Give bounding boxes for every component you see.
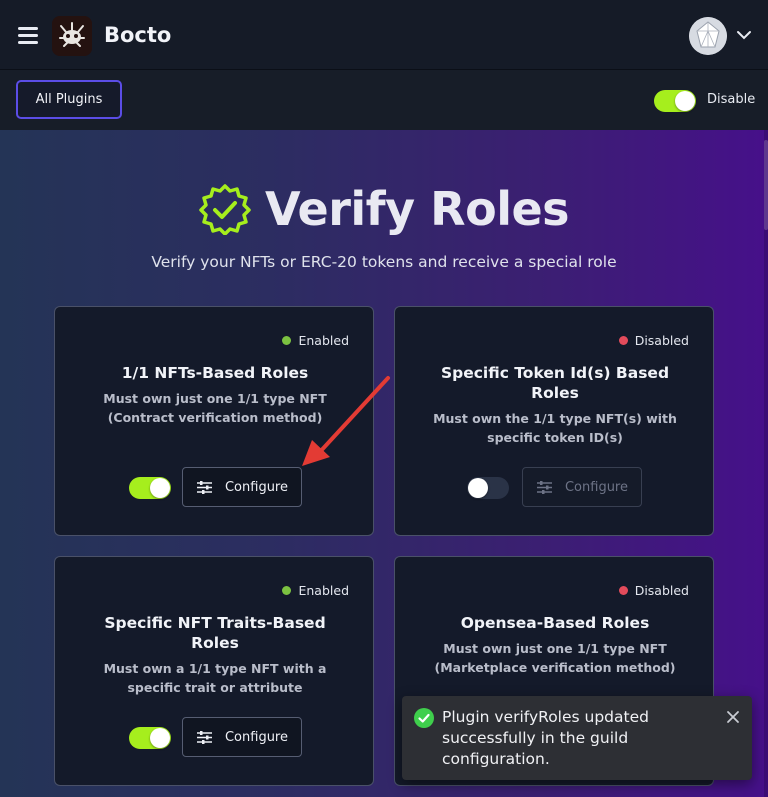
configure-label: Configure bbox=[564, 479, 628, 495]
plugin-card-traits-roles: Enabled Specific NFT Traits-Based Roles … bbox=[54, 556, 374, 786]
hamburger-menu-icon[interactable] bbox=[18, 27, 38, 44]
chevron-down-icon[interactable] bbox=[736, 29, 752, 41]
card-title: Specific NFT Traits-Based Roles bbox=[104, 614, 326, 652]
configure-label: Configure bbox=[224, 729, 288, 745]
configure-label: Configure bbox=[224, 479, 288, 495]
status-text: Enabled bbox=[298, 583, 349, 598]
plugin-card-token-id-roles: Disabled Specific Token Id(s) Based Role… bbox=[394, 306, 714, 536]
status-dot bbox=[618, 586, 628, 595]
card-enable-toggle[interactable] bbox=[467, 477, 509, 499]
success-toast: Plugin verifyRoles updated successfully … bbox=[402, 696, 752, 780]
status-badge: Disabled bbox=[618, 333, 689, 348]
card-description: Must own a 1/1 type NFT with a specific … bbox=[103, 661, 327, 695]
sliders-icon bbox=[196, 480, 212, 494]
page-title: Verify Roles bbox=[0, 182, 768, 236]
card-title: Opensea-Based Roles bbox=[460, 614, 650, 632]
configure-button[interactable]: Configure bbox=[182, 717, 302, 757]
status-dot bbox=[618, 336, 628, 345]
status-dot bbox=[282, 336, 292, 345]
status-text: Disabled bbox=[634, 333, 689, 348]
plugin-card-nft-roles: Enabled 1/1 NFTs-Based Roles Must own ju… bbox=[54, 306, 374, 536]
page-title-text: Verify Roles bbox=[264, 182, 570, 236]
status-badge: Enabled bbox=[282, 333, 349, 348]
all-plugins-button[interactable]: All Plugins bbox=[16, 80, 122, 119]
card-title: 1/1 NFTs-Based Roles bbox=[121, 364, 309, 382]
bocto-logo-icon[interactable] bbox=[52, 16, 92, 56]
card-description: Must own just one 1/1 type NFT (Marketpl… bbox=[434, 641, 676, 675]
user-avatar[interactable] bbox=[689, 17, 727, 55]
close-icon[interactable] bbox=[726, 710, 740, 724]
brand-name: Bocto bbox=[104, 23, 172, 47]
plugin-subbar: All Plugins Disable bbox=[0, 70, 768, 130]
scrollbar-track[interactable] bbox=[764, 130, 768, 797]
card-title: Specific Token Id(s) Based Roles bbox=[440, 364, 670, 402]
status-badge: Disabled bbox=[618, 583, 689, 598]
card-description: Must own the 1/1 type NFT(s) with specif… bbox=[433, 411, 677, 445]
status-badge: Enabled bbox=[282, 583, 349, 598]
card-enable-toggle[interactable] bbox=[129, 727, 171, 749]
sliders-icon bbox=[536, 480, 552, 494]
success-check-icon bbox=[414, 708, 434, 728]
configure-button[interactable]: Configure bbox=[522, 467, 642, 507]
plugin-toggle-label: Disable bbox=[707, 92, 756, 107]
scrollbar-thumb[interactable] bbox=[764, 140, 768, 230]
page-subtitle: Verify your NFTs or ERC-20 tokens and re… bbox=[151, 253, 617, 271]
configure-button[interactable]: Configure bbox=[182, 467, 302, 507]
status-text: Disabled bbox=[634, 583, 689, 598]
plugin-enable-toggle[interactable] bbox=[654, 90, 696, 112]
toast-message: Plugin verifyRoles updated successfully … bbox=[442, 708, 649, 768]
card-enable-toggle[interactable] bbox=[129, 477, 171, 499]
top-header: Bocto bbox=[0, 0, 768, 70]
sliders-icon bbox=[196, 730, 212, 744]
status-dot bbox=[282, 586, 292, 595]
status-text: Enabled bbox=[298, 333, 349, 348]
card-description: Must own just one 1/1 type NFT (Contract… bbox=[103, 391, 327, 425]
verified-badge-icon bbox=[199, 184, 251, 235]
